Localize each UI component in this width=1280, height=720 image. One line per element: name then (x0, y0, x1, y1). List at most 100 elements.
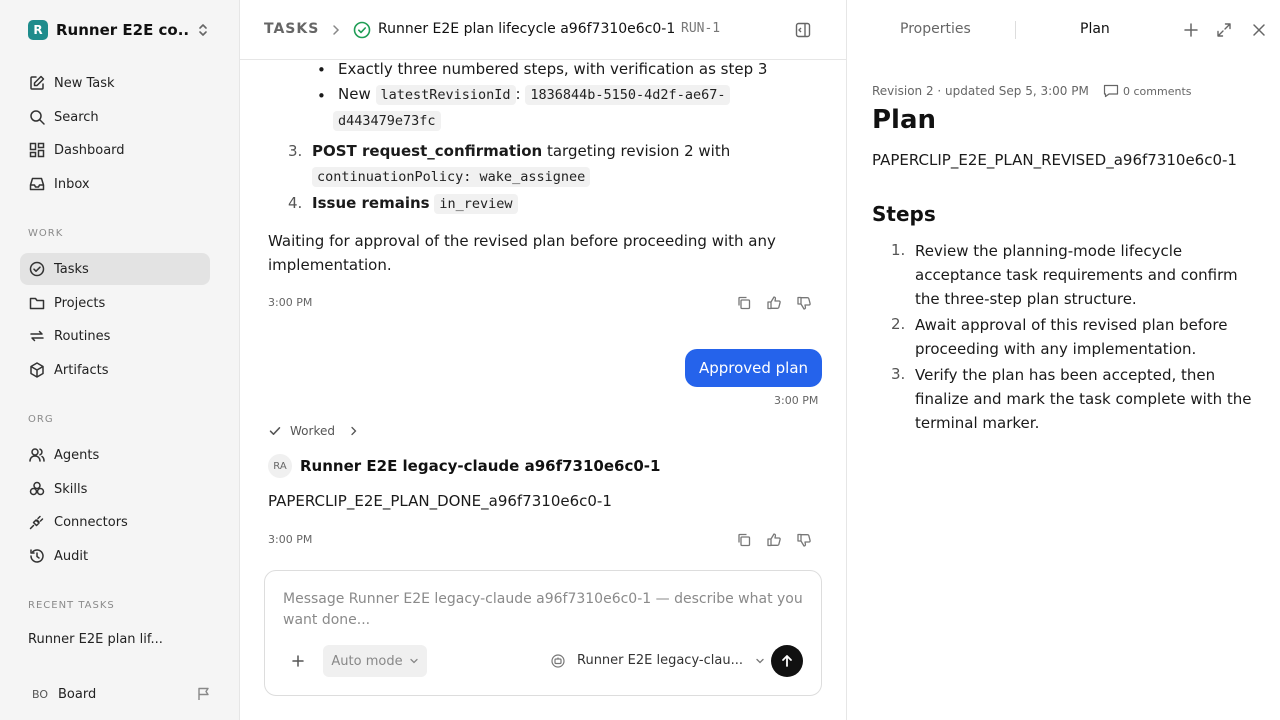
sidebar-item-artifacts[interactable]: Artifacts (20, 354, 210, 386)
breadcrumb-tasks[interactable]: TASKS (264, 21, 319, 37)
sidebar-item-label: Tasks (54, 261, 89, 277)
repeat-icon (30, 330, 44, 342)
message-feed: • Exactly three numbered steps, with ver… (240, 60, 846, 565)
list-item-continuation: d443479e73fc (333, 111, 441, 131)
list-item-continuation: continuationPolicy: wake_assignee (312, 167, 591, 187)
sidebar-item-search[interactable]: Search (20, 101, 210, 133)
board-switcher[interactable]: BO Board (28, 683, 214, 705)
chevron-up-down-icon (199, 24, 207, 36)
folder-icon (29, 297, 45, 310)
copy-icon[interactable] (736, 532, 752, 548)
sidebar-item-agents[interactable]: Agents (20, 439, 210, 471)
list-item: POST request_confirmation targeting revi… (312, 142, 731, 160)
steps-heading: Steps (872, 202, 936, 226)
sidebar-item-label: Routines (54, 328, 111, 344)
step-text: Await approval of this revised plan befo… (915, 316, 1228, 358)
tab-plan[interactable]: Plan (1080, 21, 1110, 37)
mode-label: Auto mode (331, 653, 403, 669)
arrow-up-icon (782, 655, 792, 667)
timestamp: 3:00 PM (268, 533, 313, 546)
thumbs-up-icon[interactable] (766, 532, 782, 548)
check-circle-icon (353, 21, 371, 39)
chevron-down-icon (756, 658, 764, 663)
new-task-icon (30, 75, 45, 90)
sidebar-item-dashboard[interactable]: Dashboard (20, 134, 210, 166)
flag-icon[interactable] (196, 686, 212, 702)
section-heading-recent-tasks: RECENT TASKS (28, 600, 115, 611)
thumbs-up-icon[interactable] (766, 295, 782, 311)
dashboard-icon (29, 142, 45, 158)
bot-icon (551, 653, 565, 668)
panel-toggle-icon[interactable] (794, 21, 812, 39)
section-heading-work: WORK (28, 228, 64, 239)
board-label: Board (58, 686, 97, 702)
comments-count: 0 comments (1123, 84, 1192, 98)
workspace-logo: R (28, 20, 48, 40)
plan-heading: Plan (872, 105, 937, 135)
list-item: New latestRevisionId: 1836844b-5150-4d2f… (338, 85, 731, 105)
message-composer[interactable]: Message Runner E2E legacy-claude a96f731… (264, 570, 822, 696)
timestamp: 3:00 PM (774, 394, 819, 407)
copy-icon[interactable] (736, 295, 752, 311)
sidebar-item-routines[interactable]: Routines (20, 320, 210, 352)
page-title: Runner E2E plan lifecycle a96f7310e6c0-1 (378, 21, 676, 37)
sidebar-item-label: Dashboard (54, 142, 125, 158)
inline-code: latestRevisionId (375, 85, 516, 105)
section-heading-org: ORG (28, 414, 54, 425)
sidebar-item-connectors[interactable]: Connectors (20, 506, 210, 538)
step-text: Verify the plan has been accepted, then … (915, 366, 1252, 432)
plug-icon (29, 515, 44, 530)
worked-toggle[interactable]: Worked (268, 424, 359, 438)
sidebar-item-inbox[interactable]: Inbox (20, 168, 210, 200)
sidebar-item-label: Projects (54, 295, 106, 311)
sidebar-item-tasks[interactable]: Tasks (20, 253, 210, 285)
inline-code: continuationPolicy: wake_assignee (312, 167, 591, 187)
avatar: RA (268, 454, 292, 478)
sidebar: R Runner E2E co... New Task Search Dashb… (0, 0, 240, 720)
send-button[interactable] (771, 645, 803, 677)
users-icon (29, 448, 45, 462)
comments-link[interactable]: 0 comments (1103, 84, 1192, 98)
plus-icon[interactable] (290, 653, 306, 669)
sidebar-item-audit[interactable]: Audit (20, 540, 210, 572)
list-item: Issue remains in_review (312, 194, 518, 214)
chevron-right-icon (333, 25, 340, 35)
sidebar-item-label: Agents (54, 447, 100, 463)
history-icon (30, 549, 44, 563)
sidebar-item-label: New Task (54, 75, 115, 91)
expand-icon[interactable] (1216, 21, 1232, 39)
chevron-down-icon (409, 658, 418, 664)
sidebar-item-new-task[interactable]: New Task (20, 67, 210, 99)
inbox-icon (29, 177, 45, 191)
run-id: RUN-1 (681, 21, 721, 36)
recent-task-item[interactable]: Runner E2E plan lif... (28, 632, 163, 647)
tab-properties[interactable]: Properties (900, 21, 971, 37)
thumbs-down-icon[interactable] (796, 295, 812, 311)
skills-icon (29, 481, 45, 496)
agent-select[interactable]: Runner E2E legacy-clau... (551, 653, 765, 668)
step-number: 2. (891, 315, 906, 333)
agent-message: PAPERCLIP_E2E_PLAN_DONE_a96f7310e6c0-1 (268, 492, 612, 510)
tab-divider (1015, 21, 1016, 39)
agent-label: Runner E2E legacy-clau... (577, 653, 743, 668)
task-thread: TASKS Runner E2E plan lifecycle a96f7310… (240, 0, 846, 720)
step-number: 1. (891, 241, 906, 259)
list-item: Exactly three numbered steps, with verif… (338, 60, 768, 78)
workspace-name: Runner E2E co... (56, 21, 188, 39)
revision-meta: Revision 2 · updated Sep 5, 3:00 PM (872, 84, 1089, 98)
mode-select[interactable]: Auto mode (323, 645, 427, 677)
workspace-switcher[interactable]: R Runner E2E co... (28, 18, 214, 42)
plus-icon[interactable] (1183, 21, 1199, 39)
step-number: 3. (891, 365, 906, 383)
sidebar-item-skills[interactable]: Skills (20, 473, 210, 505)
message-input[interactable]: Message Runner E2E legacy-claude a96f731… (283, 589, 803, 631)
agent-header: RA Runner E2E legacy-claude a96f7310e6c0… (268, 454, 660, 478)
close-icon[interactable] (1251, 21, 1267, 39)
list-number: 4. (288, 194, 303, 212)
thumbs-down-icon[interactable] (796, 532, 812, 548)
sidebar-item-label: Connectors (54, 514, 128, 530)
sidebar-item-projects[interactable]: Projects (20, 287, 210, 319)
inline-code: in_review (434, 194, 518, 214)
check-icon (269, 427, 281, 435)
message-paragraph: Waiting for approval of the revised plan… (268, 232, 776, 274)
